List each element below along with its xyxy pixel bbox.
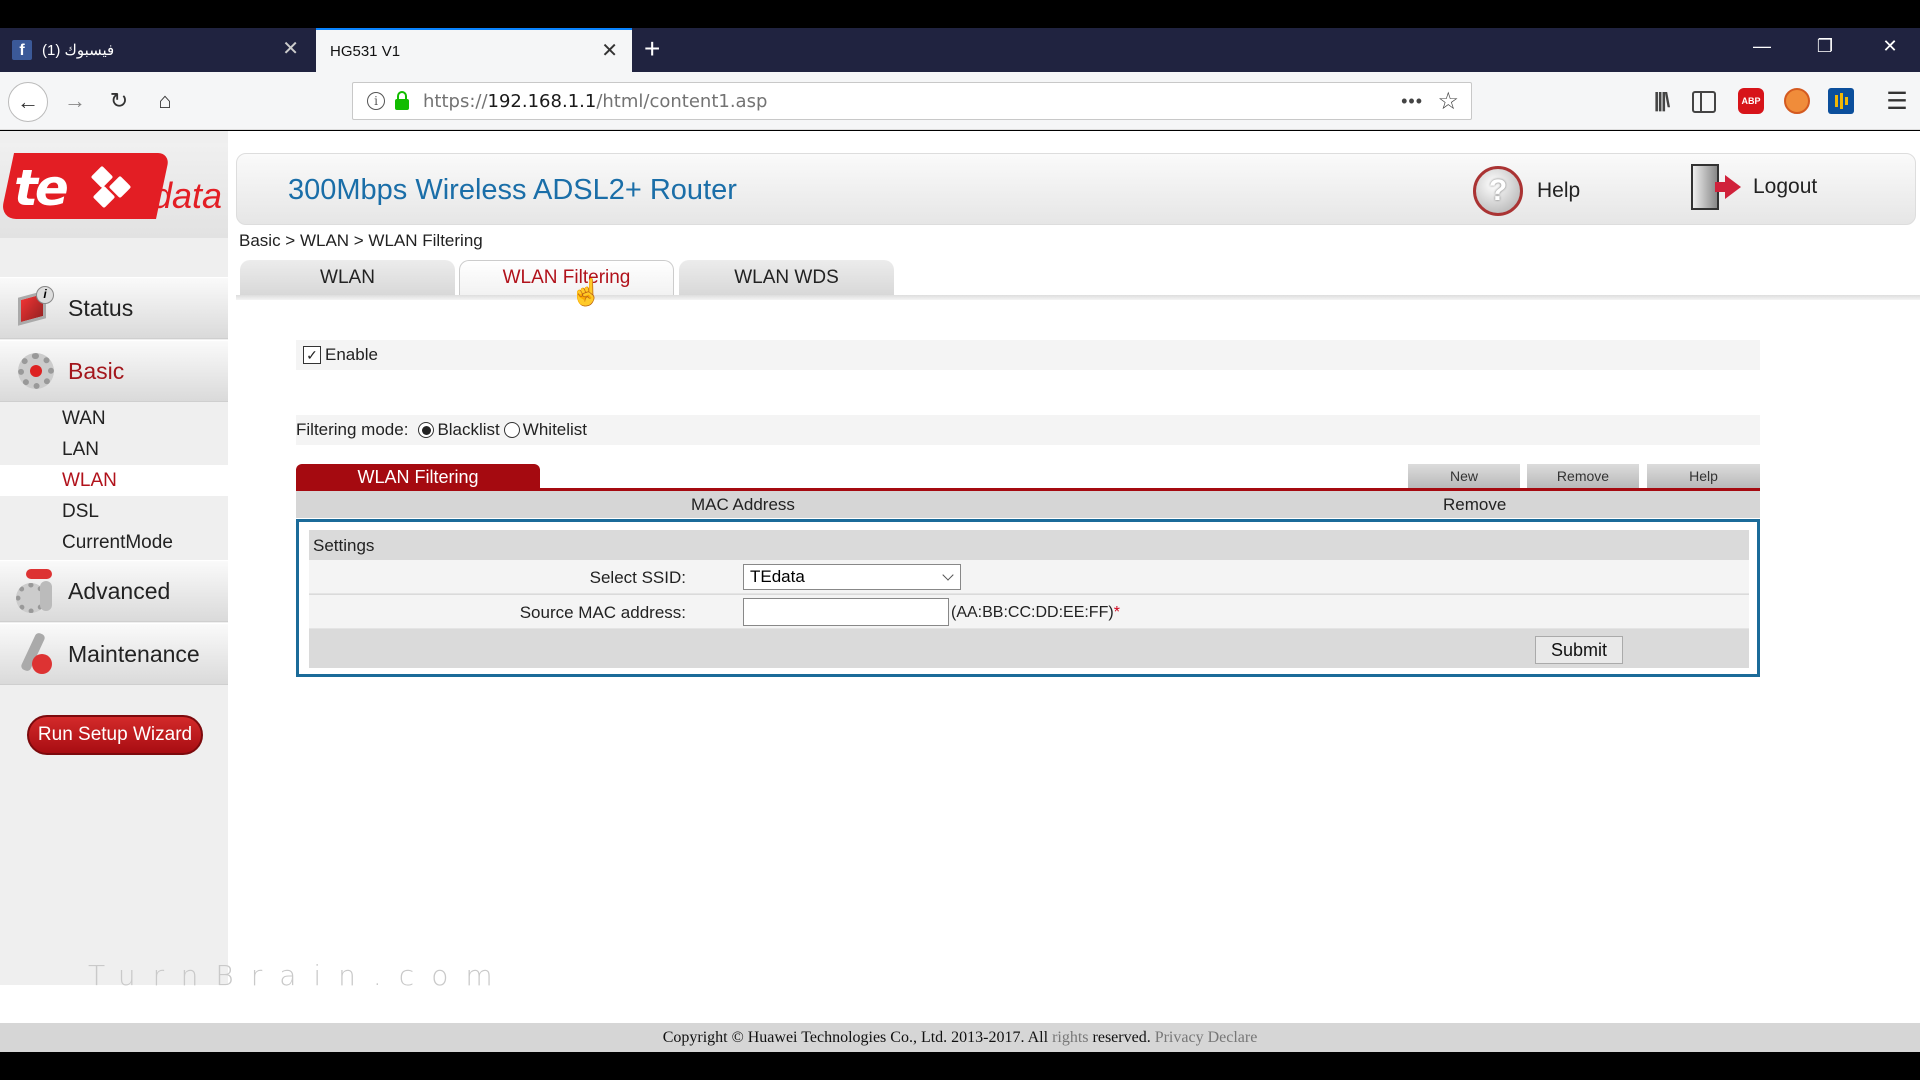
breadcrumb: Basic > WLAN > WLAN Filtering — [239, 231, 483, 250]
logout-arrow-icon — [1715, 175, 1741, 199]
browser-tab-router[interactable]: HG531 V1 ✕ — [316, 28, 632, 72]
extension-icon[interactable] — [1784, 88, 1810, 114]
column-mac-address: MAC Address — [691, 495, 795, 514]
close-window-icon[interactable]: ✕ — [1875, 36, 1905, 57]
lock-icon — [395, 90, 409, 110]
ssid-select[interactable]: TEdata — [743, 564, 961, 590]
sidebar-subitem-lan[interactable]: LAN — [0, 434, 228, 465]
gear-icon — [14, 349, 58, 393]
filtering-mode-label: Filtering mode: — [296, 420, 409, 439]
enable-label: Enable — [325, 345, 378, 364]
help-button[interactable]: ? Help — [1473, 166, 1580, 216]
browser-tab-facebook[interactable]: f (1) فيسبوك ✕ — [0, 28, 313, 72]
chevron-down-icon — [942, 569, 954, 581]
minimize-icon[interactable]: — — [1747, 36, 1777, 57]
bookmark-star-icon[interactable]: ☆ — [1437, 87, 1459, 116]
adblock-plus-icon[interactable]: ABP — [1738, 88, 1764, 114]
navigation-toolbar: ← → ↻ ⌂ i https://192.168.1.1/html/conte… — [0, 72, 1920, 130]
tedata-logo: te data — [0, 143, 228, 238]
sidebar-item-basic[interactable]: Basic — [0, 340, 228, 402]
sidebar-icon[interactable] — [1692, 91, 1716, 113]
mac-format-hint: (AA:BB:CC:DD:EE:FF)* — [951, 604, 1120, 621]
forward-arrow-icon[interactable]: → — [58, 84, 92, 118]
mac-label: Source MAC address: — [519, 603, 686, 622]
hand-cursor-icon: ☝ — [570, 277, 603, 307]
wlan-filtering-section-title: WLAN Filtering — [296, 464, 540, 490]
run-setup-wizard-button[interactable]: Run Setup Wizard — [27, 715, 203, 755]
back-arrow-icon[interactable]: ← — [8, 82, 48, 122]
tab-strip: f (1) فيسبوك ✕ HG531 V1 ✕ — [0, 28, 1920, 72]
close-tab-icon[interactable]: ✕ — [282, 38, 299, 60]
sidebar-item-maintenance[interactable]: Maintenance — [0, 623, 228, 685]
privacy-declare-link[interactable]: Privacy Declare — [1155, 1029, 1258, 1046]
whitelist-label: Whitelist — [522, 420, 588, 439]
restore-icon[interactable]: ❐ — [1810, 36, 1840, 57]
info-icon[interactable]: i — [367, 92, 385, 110]
page-header: 300Mbps Wireless ADSL2+ Router ? Help Lo… — [236, 153, 1916, 225]
logout-button[interactable]: Logout — [1691, 164, 1817, 210]
router-page: te data i Status Basic WAN LAN WLAN DSL … — [0, 131, 1920, 1052]
tab-wlan[interactable]: WLAN — [240, 260, 455, 295]
settings-heading: Settings — [313, 536, 375, 555]
sidebar-subitem-wlan[interactable]: WLAN — [0, 465, 228, 496]
blacklist-label: Blacklist — [437, 420, 500, 439]
new-tab-button[interactable]: + — [644, 34, 660, 64]
bottom-black-bar — [0, 1052, 1920, 1080]
tab-wlan-wds[interactable]: WLAN WDS — [679, 260, 894, 295]
wrench-icon — [14, 631, 58, 676]
remove-button[interactable]: Remove — [1527, 464, 1639, 488]
ssid-row: Select SSID: TEdata — [309, 560, 1749, 594]
watermark: TurnBrain.com — [88, 959, 510, 992]
reload-icon[interactable]: ↻ — [102, 84, 136, 118]
table-header: MAC Address Remove — [296, 491, 1760, 518]
help-table-button[interactable]: Help — [1647, 464, 1760, 488]
column-remove: Remove — [1443, 495, 1507, 514]
help-question-icon: ? — [1473, 166, 1523, 216]
tab-title: HG531 V1 — [330, 42, 401, 60]
stats-extension-icon[interactable] — [1828, 88, 1854, 114]
settings-panel: Settings Select SSID: TEdata Source MAC … — [296, 519, 1760, 677]
close-tab-icon[interactable]: ✕ — [601, 40, 618, 62]
submit-button[interactable]: Submit — [1535, 636, 1623, 664]
enable-checkbox[interactable]: ✓ — [303, 346, 321, 364]
tab-wlan-filtering[interactable]: WLAN Filtering — [459, 260, 674, 295]
menu-icon[interactable]: ☰ — [1884, 88, 1910, 115]
library-icon[interactable]: |||\ — [1648, 88, 1674, 114]
status-monitor-icon: i — [14, 286, 58, 330]
sidebar-item-status[interactable]: i Status — [0, 277, 228, 339]
home-icon[interactable]: ⌂ — [148, 84, 182, 118]
facebook-icon: f — [12, 40, 32, 60]
mac-row: Source MAC address: (AA:BB:CC:DD:EE:FF)* — [309, 595, 1749, 629]
logo-mark-icon — [90, 165, 132, 209]
top-black-bar — [0, 0, 1920, 28]
page-actions-icon[interactable]: ••• — [1401, 91, 1423, 112]
tab-divider — [236, 295, 1920, 300]
filtering-mode-row: Filtering mode: Blacklist Whitelist — [296, 415, 1760, 445]
address-bar[interactable]: i https://192.168.1.1/html/content1.asp … — [352, 82, 1472, 120]
source-mac-input[interactable] — [743, 598, 949, 626]
sidebar-item-advanced[interactable]: Advanced — [0, 560, 228, 622]
whitelist-radio[interactable] — [503, 422, 520, 438]
blacklist-radio[interactable] — [418, 422, 435, 438]
sidebar-subitem-dsl[interactable]: DSL — [0, 496, 228, 527]
footer: Copyright © Huawei Technologies Co., Ltd… — [0, 1023, 1920, 1052]
sidebar-subitem-currentmode[interactable]: CurrentMode — [0, 527, 228, 558]
enable-row: ✓ Enable — [296, 340, 1760, 370]
ssid-label: Select SSID: — [589, 568, 686, 587]
advanced-gear-icon — [14, 569, 58, 613]
new-button[interactable]: New — [1408, 464, 1520, 488]
url-text[interactable]: https://192.168.1.1/html/content1.asp — [423, 91, 767, 112]
sidebar: te data i Status Basic WAN LAN WLAN DSL … — [0, 131, 228, 985]
sidebar-subitem-wan[interactable]: WAN — [0, 403, 228, 434]
required-marker: * — [1113, 604, 1120, 621]
page-title: 300Mbps Wireless ADSL2+ Router — [288, 174, 737, 206]
tab-title: (1) فيسبوك — [42, 42, 115, 59]
